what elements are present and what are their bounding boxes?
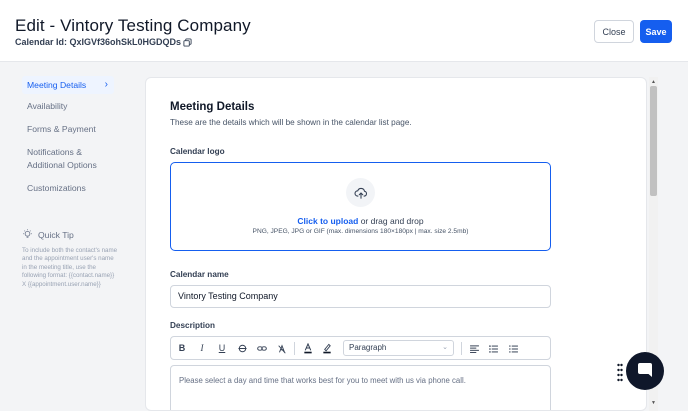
chat-bubble-icon: [638, 363, 652, 377]
upload-text: Click to upload or drag and drop: [171, 216, 550, 226]
link-icon[interactable]: [255, 337, 269, 359]
save-button[interactable]: Save: [640, 20, 672, 43]
chevron-down-icon: ⌄: [442, 344, 448, 351]
calendar-logo-label: Calendar logo: [170, 147, 225, 156]
sidebar-item-label: Meeting Details: [27, 80, 87, 90]
paragraph-style-value: Paragraph: [349, 343, 387, 352]
quick-tip-body: To include both the contact's name and t…: [22, 247, 118, 288]
section-subtitle: These are the details which will be show…: [170, 118, 412, 127]
copy-icon[interactable]: [183, 37, 192, 47]
scrollbar-thumb[interactable]: [650, 86, 657, 196]
description-editor[interactable]: Please select a day and time that works …: [170, 365, 551, 410]
sidebar-item-customizations[interactable]: Customizations: [22, 182, 114, 195]
quick-tip-heading: Quick Tip: [22, 229, 74, 240]
underline-button[interactable]: U: [215, 337, 229, 359]
settings-sidebar: Meeting Details › Availability Forms & P…: [22, 76, 114, 205]
toolbar-divider: [461, 342, 462, 355]
calendar-name-input[interactable]: Vintory Testing Company: [170, 285, 551, 308]
drag-handle-icon[interactable]: [617, 363, 623, 383]
chevron-right-icon: ›: [104, 79, 108, 90]
page-title: Edit - Vintory Testing Company: [15, 16, 251, 35]
chat-widget-button[interactable]: [626, 352, 664, 390]
bold-button[interactable]: B: [175, 337, 189, 359]
scroll-down-arrow-icon[interactable]: ▼: [651, 400, 656, 406]
description-label: Description: [170, 321, 216, 330]
numbered-list-icon[interactable]: [506, 337, 520, 359]
upload-hint: PNG, JPEG, JPG or GIF (max. dimensions 1…: [252, 228, 469, 235]
meeting-details-card: Meeting Details These are the details wh…: [145, 77, 647, 411]
sidebar-item-availability[interactable]: Availability: [22, 100, 114, 113]
sidebar-item-forms-payment[interactable]: Forms & Payment: [22, 123, 114, 136]
page-header: Edit - Vintory Testing Company Calendar …: [0, 0, 688, 62]
sidebar-item-notifications[interactable]: Notifications & Additional Options: [22, 146, 110, 172]
click-to-upload-link[interactable]: Click to upload: [297, 216, 358, 226]
scroll-up-arrow-icon[interactable]: ▲: [651, 79, 656, 85]
sidebar-item-meeting-details[interactable]: Meeting Details ›: [22, 76, 114, 94]
editor-toolbar: B I U Paragraph ⌄: [170, 336, 551, 360]
paragraph-style-select[interactable]: Paragraph ⌄: [343, 340, 454, 356]
text-color-icon[interactable]: [301, 337, 315, 359]
calendar-name-label: Calendar name: [170, 270, 229, 279]
strikethrough-icon[interactable]: [235, 337, 249, 359]
section-title: Meeting Details: [170, 101, 255, 113]
highlight-color-icon[interactable]: [320, 337, 334, 359]
italic-button[interactable]: I: [195, 337, 209, 359]
close-button[interactable]: Close: [594, 20, 634, 43]
clear-format-icon[interactable]: [275, 337, 289, 359]
upload-text-rest: or drag and drop: [358, 216, 424, 226]
bullet-list-icon[interactable]: [486, 337, 500, 359]
lightbulb-icon: [23, 229, 32, 238]
toolbar-divider: [294, 342, 295, 355]
calendar-id: Calendar Id: QxIGVf36ohSkL0HGDQDs: [15, 37, 192, 47]
logo-upload-dropzone[interactable]: Click to upload or drag and drop PNG, JP…: [170, 162, 551, 251]
align-left-icon[interactable]: [467, 337, 481, 359]
calendar-id-text: Calendar Id: QxIGVf36ohSkL0HGDQDs: [15, 37, 182, 47]
quick-tip-title: Quick Tip: [38, 229, 74, 240]
upload-icon: [346, 178, 375, 207]
